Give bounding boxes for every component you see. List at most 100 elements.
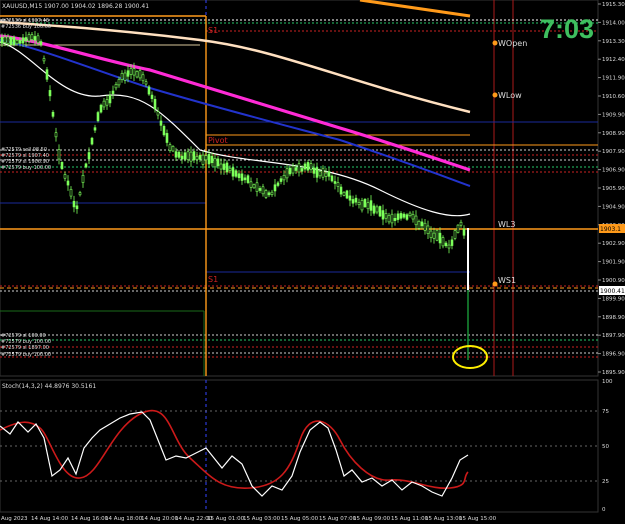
candle-body	[180, 155, 184, 160]
candle-body	[267, 192, 271, 196]
candle-body	[207, 153, 211, 165]
candle-body	[441, 237, 445, 247]
candle-body	[315, 167, 319, 178]
price-axis-label: 1911.90	[602, 76, 625, 82]
price-axis-label: 1915.30	[602, 2, 625, 8]
current-price-badge: 1900.41	[600, 288, 625, 295]
candle-body	[198, 154, 202, 160]
candle-body	[87, 152, 91, 160]
wlow-label: WLow	[498, 91, 522, 100]
candle-body	[9, 36, 13, 45]
candle-body	[273, 184, 277, 192]
price-axis-label: 1898.90	[602, 315, 625, 321]
candle-body	[129, 68, 133, 75]
candle-body	[423, 222, 427, 231]
candle-body	[63, 174, 67, 179]
candle-body	[405, 214, 409, 220]
candle-body	[336, 182, 340, 187]
time-axis-label: 15 Aug 15:00	[459, 516, 497, 522]
candle-body	[363, 198, 367, 208]
candle-body	[102, 100, 106, 108]
candle-body	[366, 202, 370, 210]
candle-body	[159, 120, 163, 126]
candle-body	[225, 162, 229, 173]
candle-body	[453, 230, 457, 239]
stoch-axis-label: 0	[602, 507, 606, 513]
candle-body	[393, 217, 397, 221]
price-axis-label: 1900.90	[602, 278, 625, 284]
candle-body	[342, 191, 346, 196]
candle-body	[171, 146, 175, 152]
trade-note: #72579 sl 1897.00	[1, 345, 49, 351]
candle-body	[45, 69, 49, 80]
candle-body	[201, 154, 205, 165]
price-axis-label: 1906.90	[602, 168, 625, 174]
candle-body	[339, 186, 343, 195]
price-axis-label: 1914.00	[602, 20, 625, 26]
candle-body	[456, 224, 460, 233]
candle-body	[27, 34, 31, 42]
time-axis-label: 14 Aug 20:00	[141, 516, 179, 522]
candle-body	[39, 41, 43, 45]
trading-chart[interactable]: WOpen WLow WL3 WS1 S1 S1 Pivot #72536 sl…	[0, 0, 625, 524]
candle-body	[42, 58, 46, 62]
candle-body	[147, 86, 151, 95]
candle-body	[450, 239, 454, 246]
candle-body	[72, 200, 76, 208]
candle-body	[66, 180, 70, 186]
candle-body	[78, 192, 82, 196]
level-price-badge: 1903.1	[600, 226, 621, 233]
candle-body	[306, 162, 310, 171]
candle-body	[294, 167, 298, 171]
candle-body	[330, 175, 334, 182]
candle-body	[369, 200, 373, 211]
time-axis-label: Aug 2023	[1, 516, 28, 522]
candle-body	[435, 230, 439, 241]
candle-body	[381, 210, 385, 220]
candle-body	[156, 111, 160, 116]
candle-body	[402, 213, 406, 218]
price-axis: 1915.30 1914.00 1913.30 1912.40 1911.90 1910.…	[598, 2, 625, 376]
candle-body	[234, 170, 238, 177]
candle-body	[12, 36, 16, 45]
candle-body	[396, 213, 400, 220]
candle-body	[105, 99, 109, 106]
stoch-axis-label: 100	[602, 379, 613, 385]
candle-body	[210, 155, 214, 164]
candle-body	[126, 70, 130, 77]
candle-body	[48, 90, 52, 97]
candle-body	[297, 163, 301, 173]
candle-body	[222, 163, 226, 170]
candle-body	[438, 232, 442, 244]
candle-body	[345, 190, 349, 199]
pivot-label: Pivot	[208, 136, 228, 145]
candle-body	[165, 133, 169, 143]
candle-body	[69, 189, 73, 197]
candle-body	[420, 221, 424, 227]
candle-body	[30, 34, 34, 40]
price-axis-label: 1907.90	[602, 149, 625, 155]
price-axis-label: 1896.90	[602, 352, 625, 358]
time-axis-label: 15 Aug 01:00	[207, 516, 245, 522]
candle-body	[24, 37, 28, 42]
stoch-axis-label: 50	[602, 444, 609, 450]
candle-body	[279, 178, 283, 182]
time-axis-label: 14 Aug 14:00	[31, 516, 69, 522]
price-axis-label: 1910.60	[602, 94, 625, 100]
candle-body	[384, 213, 388, 219]
candle-body	[351, 199, 355, 204]
candle-body	[3, 36, 7, 43]
candle-body	[378, 206, 382, 217]
candle-body	[153, 99, 157, 110]
price-axis-label: 1895.90	[602, 370, 625, 376]
price-axis-label: 1899.90	[602, 296, 625, 302]
candle-body	[168, 144, 172, 151]
candle-body	[399, 213, 403, 219]
candle-body	[276, 182, 280, 186]
candle-body	[462, 228, 466, 236]
candle-body	[120, 73, 124, 80]
candle-body	[333, 181, 337, 184]
price-axis-label: 1901.90	[602, 260, 625, 266]
candle-body	[189, 151, 193, 162]
candle-body	[162, 125, 166, 136]
